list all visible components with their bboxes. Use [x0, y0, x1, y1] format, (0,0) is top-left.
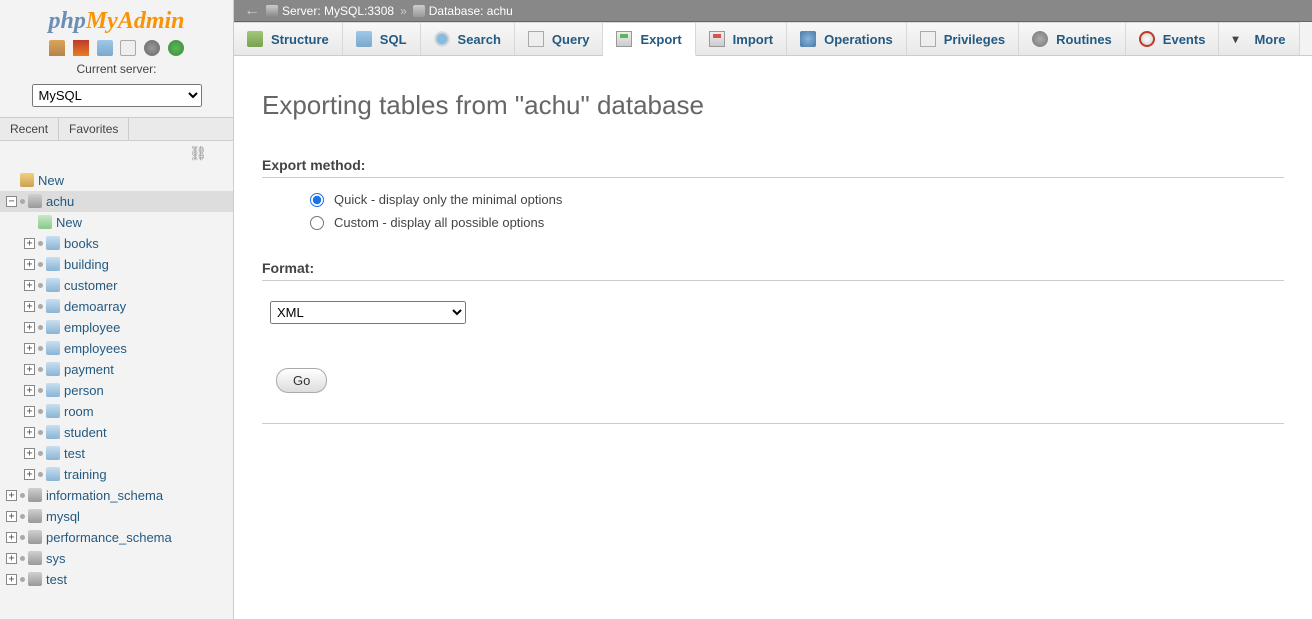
radio-quick[interactable]: Quick - display only the minimal options — [262, 188, 1284, 211]
radio-custom[interactable]: Custom - display all possible options — [262, 211, 1284, 234]
radio-custom-input[interactable] — [310, 216, 324, 230]
tab-routines[interactable]: Routines — [1019, 22, 1126, 55]
tab-events[interactable]: Events — [1126, 22, 1220, 55]
tab-structure[interactable]: Structure — [234, 22, 343, 55]
tree-table-training[interactable]: +training — [0, 464, 233, 485]
tab-recent[interactable]: Recent — [0, 118, 59, 140]
tab-favorites[interactable]: Favorites — [59, 118, 129, 140]
tab-sql[interactable]: SQL — [343, 22, 421, 55]
chevron-down-icon — [1232, 31, 1248, 47]
link-icon[interactable]: ⛓ — [0, 141, 233, 166]
tree-db-test[interactable]: +test — [0, 569, 233, 590]
tree-new-table[interactable]: New — [0, 212, 233, 233]
structure-icon — [247, 31, 263, 47]
operations-icon — [800, 31, 816, 47]
search-icon — [434, 31, 450, 47]
radio-quick-input[interactable] — [310, 193, 324, 207]
tab-query[interactable]: Query — [515, 22, 604, 55]
content: Exporting tables from "achu" database Ex… — [234, 56, 1312, 444]
tree-db-performance_schema[interactable]: +performance_schema — [0, 527, 233, 548]
server-icon — [266, 5, 278, 17]
tree-table-employee[interactable]: +employee — [0, 317, 233, 338]
logo[interactable]: phpMyAdmin — [0, 0, 233, 37]
radio-quick-label: Quick - display only the minimal options — [334, 192, 562, 207]
crumb-server[interactable]: Server: MySQL:3308 — [266, 4, 394, 18]
go-button[interactable]: Go — [276, 368, 327, 393]
db-tree: New −achu New +books+building+customer+d… — [0, 166, 233, 619]
page-title: Exporting tables from "achu" database — [262, 90, 1284, 121]
tree-table-demoarray[interactable]: +demoarray — [0, 296, 233, 317]
tree-table-test[interactable]: +test — [0, 443, 233, 464]
sql-tab-icon — [356, 31, 372, 47]
back-icon[interactable]: ← — [238, 2, 266, 20]
crumb-database[interactable]: Database: achu — [413, 4, 513, 18]
tree-db-achu[interactable]: −achu — [0, 191, 233, 212]
tab-operations[interactable]: Operations — [787, 22, 907, 55]
tree-table-customer[interactable]: +customer — [0, 275, 233, 296]
tab-search[interactable]: Search — [421, 22, 515, 55]
server-select[interactable]: MySQL — [32, 84, 202, 107]
events-icon — [1139, 31, 1155, 47]
tree-table-building[interactable]: +building — [0, 254, 233, 275]
privileges-icon — [920, 31, 936, 47]
radio-custom-label: Custom - display all possible options — [334, 215, 544, 230]
server-label: Current server: — [0, 58, 233, 80]
footer-divider — [262, 423, 1284, 424]
tree-new-db[interactable]: New — [0, 170, 233, 191]
tree-table-student[interactable]: +student — [0, 422, 233, 443]
breadcrumb-bar: ← Server: MySQL:3308 » Database: achu — [234, 0, 1312, 22]
format-heading: Format: — [262, 260, 1284, 281]
format-select[interactable]: XML — [270, 301, 466, 324]
tree-db-mysql[interactable]: +mysql — [0, 506, 233, 527]
main: ← Server: MySQL:3308 » Database: achu St… — [234, 0, 1312, 619]
export-icon — [616, 31, 632, 47]
tree-table-person[interactable]: +person — [0, 380, 233, 401]
export-method-heading: Export method: — [262, 157, 1284, 178]
docs-icon[interactable] — [120, 40, 136, 56]
sidebar-toolbar — [0, 37, 233, 58]
tree-table-books[interactable]: +books — [0, 233, 233, 254]
routines-icon — [1032, 31, 1048, 47]
reload-icon[interactable] — [168, 40, 184, 56]
tree-table-room[interactable]: +room — [0, 401, 233, 422]
tree-table-payment[interactable]: +payment — [0, 359, 233, 380]
import-icon — [709, 31, 725, 47]
gear-icon[interactable] — [144, 40, 160, 56]
recent-favorites-tabs: Recent Favorites — [0, 117, 233, 141]
tab-import[interactable]: Import — [696, 22, 787, 55]
nav-tabs: Structure SQL Search Query Export Import… — [234, 22, 1312, 56]
tab-privileges[interactable]: Privileges — [907, 22, 1019, 55]
crumb-separator: » — [400, 4, 407, 18]
tab-more[interactable]: More — [1219, 22, 1299, 55]
database-icon — [413, 5, 425, 17]
tab-export[interactable]: Export — [603, 22, 695, 56]
tree-db-sys[interactable]: +sys — [0, 548, 233, 569]
tree-db-information_schema[interactable]: +information_schema — [0, 485, 233, 506]
logo-text-1: php — [48, 8, 85, 34]
sidebar: phpMyAdmin Current server: MySQL Recent … — [0, 0, 234, 619]
tree-table-employees[interactable]: +employees — [0, 338, 233, 359]
sql-icon[interactable] — [97, 40, 113, 56]
home-icon[interactable] — [49, 40, 65, 56]
query-icon — [528, 31, 544, 47]
exit-icon[interactable] — [73, 40, 89, 56]
logo-text-2: MyAdmin — [86, 8, 185, 34]
